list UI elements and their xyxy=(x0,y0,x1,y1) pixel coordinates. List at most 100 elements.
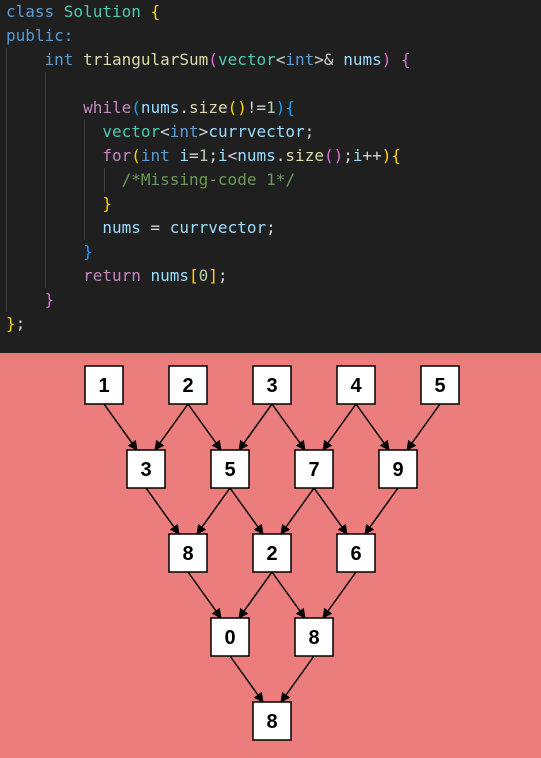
code-token: size xyxy=(189,98,228,117)
code-token: ) xyxy=(275,98,286,117)
number-node: 3 xyxy=(126,449,166,489)
number-node: 6 xyxy=(336,533,376,573)
node-value: 3 xyxy=(266,375,277,397)
code-token: { xyxy=(400,50,411,69)
code-token: . xyxy=(179,98,190,117)
code-token: > xyxy=(198,122,209,141)
code-token: ; xyxy=(208,146,218,165)
code-line: /*Missing-code 1*/ xyxy=(6,168,295,192)
code-token: nums xyxy=(150,266,190,285)
code-token: != xyxy=(246,98,267,117)
code-token: } xyxy=(44,290,55,309)
code-line: } xyxy=(6,192,112,216)
number-node: 1 xyxy=(84,365,124,405)
code-token: size xyxy=(285,146,324,165)
code-token: } xyxy=(83,242,93,261)
code-token: nums xyxy=(102,218,141,237)
code-token: for xyxy=(102,146,132,165)
node-value: 4 xyxy=(350,375,362,397)
code-line: } xyxy=(6,288,55,312)
node-value: 2 xyxy=(266,543,277,565)
number-node: 3 xyxy=(252,365,292,405)
code-token: < xyxy=(275,50,286,69)
number-node: 8 xyxy=(168,533,208,573)
code-token: currvector xyxy=(208,122,305,141)
code-token: ( xyxy=(131,98,141,117)
number-node: 7 xyxy=(294,449,334,489)
code-token: { xyxy=(150,2,161,21)
code-token: [ xyxy=(189,266,199,285)
number-node: 9 xyxy=(378,449,418,489)
code-token: ; xyxy=(343,146,353,165)
number-node: 0 xyxy=(210,617,250,657)
code-line: }; xyxy=(6,312,25,336)
number-node: 4 xyxy=(336,365,376,405)
code-token: () xyxy=(227,98,247,117)
node-value: 2 xyxy=(182,375,193,397)
code-line: class Solution { xyxy=(6,0,160,24)
code-token: = xyxy=(189,146,199,165)
code-token: ( xyxy=(208,50,218,69)
number-node: 2 xyxy=(168,365,208,405)
node-value: 9 xyxy=(392,459,403,481)
node-value: 6 xyxy=(350,543,361,565)
number-node: 8 xyxy=(294,617,334,657)
code-token: int xyxy=(140,146,180,165)
code-token: int xyxy=(169,122,199,141)
code-token: () xyxy=(323,146,344,165)
code-token: while xyxy=(83,98,132,117)
code-token: 1 xyxy=(266,98,276,117)
code-token: ++ xyxy=(362,146,382,165)
number-node: 5 xyxy=(420,365,460,405)
code-token: { xyxy=(285,98,296,117)
code-token: Solution xyxy=(63,2,151,21)
code-token: ; xyxy=(217,266,228,285)
code-token: } xyxy=(6,314,16,333)
code-token: nums xyxy=(343,50,382,69)
node-value: 8 xyxy=(266,711,277,733)
code-token: 1 xyxy=(198,146,209,165)
number-node: 5 xyxy=(210,449,250,489)
code-line: for(int i=1;i<nums.size();i++){ xyxy=(6,144,401,168)
code-token: return xyxy=(83,266,151,285)
code-token: int xyxy=(285,50,315,69)
code-token: ) xyxy=(381,50,401,69)
code-token: ] xyxy=(208,266,218,285)
code-line: } xyxy=(6,240,93,264)
node-value: 8 xyxy=(308,627,319,649)
code-token: < xyxy=(227,146,238,165)
code-token: . xyxy=(275,146,286,165)
code-editor: class Solution {public: int triangularSu… xyxy=(0,0,541,353)
node-value: 5 xyxy=(434,375,445,397)
code-token: triangularSum xyxy=(83,50,209,69)
code-line: nums = currvector; xyxy=(6,216,276,240)
code-line: vector<int>currvector; xyxy=(6,120,314,144)
code-token: = xyxy=(140,218,170,237)
code-token: ; xyxy=(304,122,315,141)
code-token: i xyxy=(352,146,363,165)
code-line: public: xyxy=(6,24,73,48)
code-token: ) xyxy=(381,146,392,165)
code-token: vector xyxy=(102,122,161,141)
code-token: int xyxy=(44,50,84,69)
code-token: i xyxy=(217,146,228,165)
code-token: 0 xyxy=(198,266,209,285)
code-line: int triangularSum(vector<int>& nums) { xyxy=(6,48,411,72)
code-token: i xyxy=(179,146,190,165)
node-value: 3 xyxy=(140,459,151,481)
code-token: ; xyxy=(266,218,276,237)
code-token: } xyxy=(102,194,112,213)
node-value: 0 xyxy=(224,627,235,649)
code-token: class xyxy=(6,2,64,21)
node-value: 7 xyxy=(308,459,319,481)
code-token: >& xyxy=(314,50,344,69)
node-value: 1 xyxy=(98,375,109,397)
